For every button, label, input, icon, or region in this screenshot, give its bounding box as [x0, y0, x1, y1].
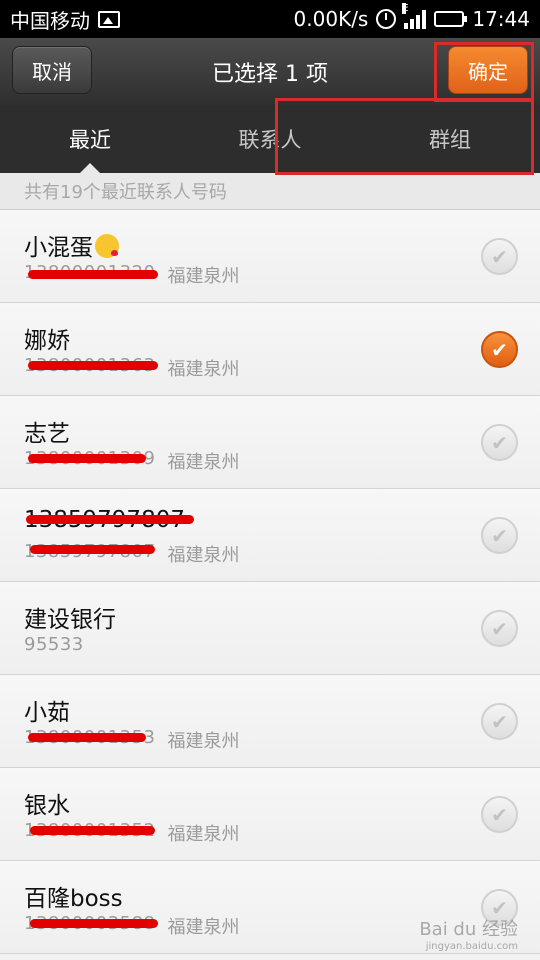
kiss-emoji-icon — [95, 234, 119, 258]
contact-location: 福建泉州 — [167, 731, 240, 752]
checkbox-icon[interactable]: ✔ — [481, 331, 518, 368]
tab-recent[interactable]: 最近 — [0, 105, 180, 173]
redaction-mark — [30, 826, 155, 835]
status-bar: 中国移动 0.00K/s E 17:44 — [0, 0, 540, 38]
title-bar: 取消 已选择 1 项 确定 — [0, 38, 540, 105]
checkbox-icon[interactable]: ✔ — [481, 796, 518, 833]
battery-icon — [434, 11, 468, 27]
contact-name: 银水 — [24, 793, 70, 819]
redaction-mark — [28, 733, 146, 742]
list-item[interactable]: 银水 13800001352福建泉州 ✔ — [0, 768, 540, 861]
watermark-brand: Bai du 经验 — [419, 919, 518, 940]
list-item[interactable]: 小茹 13800001353福建泉州 ✔ — [0, 675, 540, 768]
checkbox-icon[interactable]: ✔ — [481, 610, 518, 647]
signal-icon: E — [402, 3, 427, 29]
checkbox-icon[interactable]: ✔ — [481, 238, 518, 275]
list-item[interactable]: 志艺 13800001309福建泉州 ✔ — [0, 396, 540, 489]
list-item[interactable]: 娜娇 13800001363福建泉州 ✔ — [0, 303, 540, 396]
contact-location: 福建泉州 — [167, 917, 240, 938]
contact-location: 福建泉州 — [167, 545, 240, 566]
watermark: Bai du 经验 jingyan.baidu.com — [419, 915, 518, 952]
image-notification-icon — [98, 10, 120, 28]
alarm-icon — [376, 9, 397, 29]
redaction-mark — [28, 270, 158, 279]
redaction-mark — [30, 545, 155, 554]
checkbox-icon[interactable]: ✔ — [481, 424, 518, 461]
network-type: E — [402, 3, 409, 14]
carrier-name: 中国移动 — [10, 8, 90, 33]
section-header: 共有19个最近联系人号码 — [0, 173, 540, 210]
redaction-mark — [30, 919, 158, 928]
contact-name: 建设银行 — [24, 607, 116, 633]
contact-name: 小茹 — [24, 700, 70, 726]
contact-name: 小混蛋 — [24, 228, 119, 262]
checkbox-icon[interactable]: ✔ — [481, 703, 518, 740]
contact-location: 福建泉州 — [167, 452, 240, 473]
contact-name: 百隆boss — [24, 886, 123, 912]
watermark-url: jingyan.baidu.com — [425, 941, 518, 952]
highlight-box-selected-row — [275, 98, 534, 175]
network-speed: 0.00K/s — [293, 7, 369, 31]
list-item[interactable]: 小混蛋 13800001320福建泉州 ✔ — [0, 210, 540, 303]
list-item[interactable]: 13859797807 13859797807福建泉州 ✔ — [0, 489, 540, 582]
cancel-button[interactable]: 取消 — [12, 46, 92, 94]
list-item[interactable]: 建设银行 95533 ✔ — [0, 582, 540, 675]
redaction-mark — [28, 454, 146, 463]
redaction-mark — [26, 515, 194, 524]
confirm-button[interactable]: 确定 — [448, 46, 528, 94]
contact-name: 志艺 — [24, 421, 70, 447]
contact-location: 福建泉州 — [167, 824, 240, 845]
contact-location: 福建泉州 — [167, 266, 240, 287]
contact-list: 小混蛋 13800001320福建泉州 ✔ 娜娇 13800001363福建泉州… — [0, 210, 540, 954]
contact-phone: 95533 — [24, 634, 84, 655]
contact-name: 娜娇 — [24, 328, 70, 354]
clock: 17:44 — [472, 7, 530, 31]
contact-location: 福建泉州 — [167, 359, 240, 380]
checkbox-icon[interactable]: ✔ — [481, 517, 518, 554]
redaction-mark — [28, 361, 158, 370]
